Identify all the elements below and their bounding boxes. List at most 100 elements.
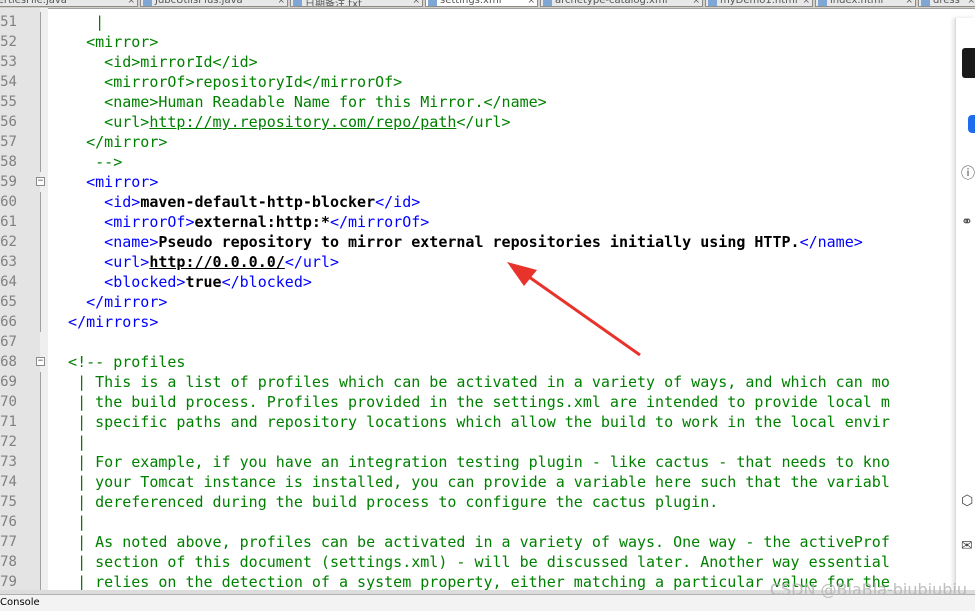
code-token: <mirrorOf> [50, 213, 195, 231]
code-token: maven-default-http-blocker [140, 193, 376, 211]
code-token: | section of this document (settings.xml… [50, 553, 890, 571]
code-text: | As noted above, profiles can be activa… [50, 532, 890, 552]
close-tab-icon[interactable]: × [527, 0, 535, 6]
tab-mydemo1-html[interactable]: myDemo1.html × [705, 0, 813, 7]
mail-icon[interactable]: ✉ [961, 538, 973, 554]
code-line[interactable]: 171 | specific paths and repository loca… [0, 412, 955, 432]
tab-dress[interactable]: dress × [918, 0, 975, 7]
code-line[interactable]: 173 | For example, if you have an integr… [0, 452, 955, 472]
code-line[interactable]: 154 <mirrorOf>repositoryId</mirrorOf> [0, 72, 955, 92]
code-text: | your Tomcat instance is installed, you… [50, 472, 890, 492]
bell-icon[interactable]: ⚭ [961, 214, 973, 230]
line-number: 176 [0, 514, 17, 530]
tab-settings-xml[interactable]: settings.xml × [425, 0, 538, 7]
close-tab-icon[interactable]: × [277, 0, 285, 6]
fold-guide [40, 432, 41, 452]
help-circle-icon[interactable]: ⓘ [961, 163, 975, 183]
console-label[interactable]: Console [0, 595, 40, 611]
code-editor[interactable]: 151 |152 <mirror>153 <id>mirrorId</id>15… [0, 8, 955, 590]
code-line[interactable]: 172 | [0, 432, 955, 452]
code-line[interactable]: 156 <url>http://my.repository.com/repo/p… [0, 112, 955, 132]
dark-app-icon[interactable] [962, 48, 975, 78]
code-text: </mirrors> [50, 312, 158, 332]
code-token: <id> [50, 193, 141, 211]
fold-toggle-icon[interactable]: − [36, 177, 45, 186]
code-text: | relies on the detection of a system pr… [50, 572, 890, 590]
close-tab-icon[interactable]: × [905, 0, 913, 6]
code-line[interactable]: 163 <url>http://0.0.0.0/</url> [0, 252, 955, 272]
fold-guide [40, 132, 41, 152]
tab--txt[interactable]: 日期备注.txt × [290, 0, 423, 7]
line-number: 159 [0, 174, 17, 190]
code-line[interactable]: 162 <name>Pseudo repository to mirror ex… [0, 232, 955, 252]
code-token: <name> [50, 233, 159, 251]
code-token: | [50, 13, 105, 31]
file-icon [428, 0, 437, 6]
code-text: </mirror> [50, 132, 167, 152]
code-token: <!-- profiles [50, 353, 186, 371]
code-line[interactable]: 175 | dereferenced during the build proc… [0, 492, 955, 512]
code-line[interactable]: 161 <mirrorOf>external:http:*</mirrorOf> [0, 212, 955, 232]
code-line[interactable]: 151 | [0, 12, 955, 32]
close-tab-icon[interactable]: × [802, 0, 810, 6]
code-text: <id>mirrorId</id> [50, 52, 258, 72]
code-line[interactable]: 164 <blocked>true</blocked> [0, 272, 955, 292]
close-tab-icon[interactable]: × [127, 0, 135, 6]
file-icon [708, 0, 717, 6]
code-line[interactable]: 157 </mirror> [0, 132, 955, 152]
file-icon [818, 0, 827, 6]
code-text: <mirror> [50, 32, 158, 52]
tab-jdbcutilsplus-java[interactable]: JdbcUtilsPlus.java × [140, 0, 288, 7]
code-token: | dereferenced during the build process … [50, 493, 719, 511]
fold-toggle-icon[interactable]: − [36, 357, 45, 366]
close-tab-icon[interactable]: × [692, 0, 700, 6]
fold-guide [40, 272, 41, 292]
code-token: <mirrorOf>repositoryId</mirrorOf> [50, 73, 403, 91]
fold-guide [40, 512, 41, 532]
code-token: <url> [50, 253, 150, 271]
code-line[interactable]: 167 [0, 332, 955, 352]
code-line[interactable]: 160 <id>maven-default-http-blocker</id> [0, 192, 955, 212]
tab-archetype-catalog-xml[interactable]: archetype-catalog.xml × [540, 0, 703, 7]
code-line[interactable]: 176 | [0, 512, 955, 532]
code-token: Pseudo repository to mirror external rep… [158, 233, 800, 251]
close-tab-icon[interactable]: × [412, 0, 420, 6]
code-token: | [50, 433, 87, 451]
code-text: | the build process. Profiles provided i… [50, 392, 890, 412]
code-line[interactable]: 168 − <!-- profiles [0, 352, 955, 372]
code-text: <!-- profiles [50, 352, 185, 372]
code-line[interactable]: 169 | This is a list of profiles which c… [0, 372, 955, 392]
code-line[interactable]: 152 <mirror> [0, 32, 955, 52]
fold-guide [40, 312, 41, 332]
line-number: 158 [0, 154, 17, 170]
code-line[interactable]: 165 </mirror> [0, 292, 955, 312]
line-number: 172 [0, 434, 17, 450]
code-token: <id>mirrorId</id> [50, 53, 258, 71]
line-number: 152 [0, 34, 17, 50]
cube-icon[interactable]: ⬡ [961, 493, 973, 509]
fold-guide [40, 192, 41, 212]
close-tab-icon[interactable]: × [967, 0, 975, 6]
code-line[interactable]: 159 − <mirror> [0, 172, 955, 192]
file-icon [921, 0, 930, 6]
tab-label: index.html [830, 0, 884, 6]
tab-label: archetype-catalog.xml [555, 0, 668, 6]
code-line[interactable]: 178 | section of this document (settings… [0, 552, 955, 572]
code-line[interactable]: 153 <id>mirrorId</id> [0, 52, 955, 72]
tab-index-html[interactable]: index.html × [815, 0, 916, 7]
fold-guide [40, 72, 41, 92]
code-text: | [50, 12, 104, 32]
code-line[interactable]: 174 | your Tomcat instance is installed,… [0, 472, 955, 492]
code-text: <blocked>true</blocked> [50, 272, 312, 292]
fold-guide [40, 412, 41, 432]
fold-guide [40, 472, 41, 492]
code-line[interactable]: 155 <name>Human Readable Name for this M… [0, 92, 955, 112]
code-line[interactable]: 158 --> [0, 152, 955, 172]
blue-app-icon[interactable] [968, 115, 975, 133]
code-line[interactable]: 166 </mirrors> [0, 312, 955, 332]
code-token: </mirrorOf> [329, 213, 430, 231]
code-text: <mirrorOf>repositoryId</mirrorOf> [50, 72, 402, 92]
code-line[interactable]: 170 | the build process. Profiles provid… [0, 392, 955, 412]
tab-propertiesfile-java[interactable]: propertiesFile.java × [0, 0, 138, 7]
code-line[interactable]: 177 | As noted above, profiles can be ac… [0, 532, 955, 552]
